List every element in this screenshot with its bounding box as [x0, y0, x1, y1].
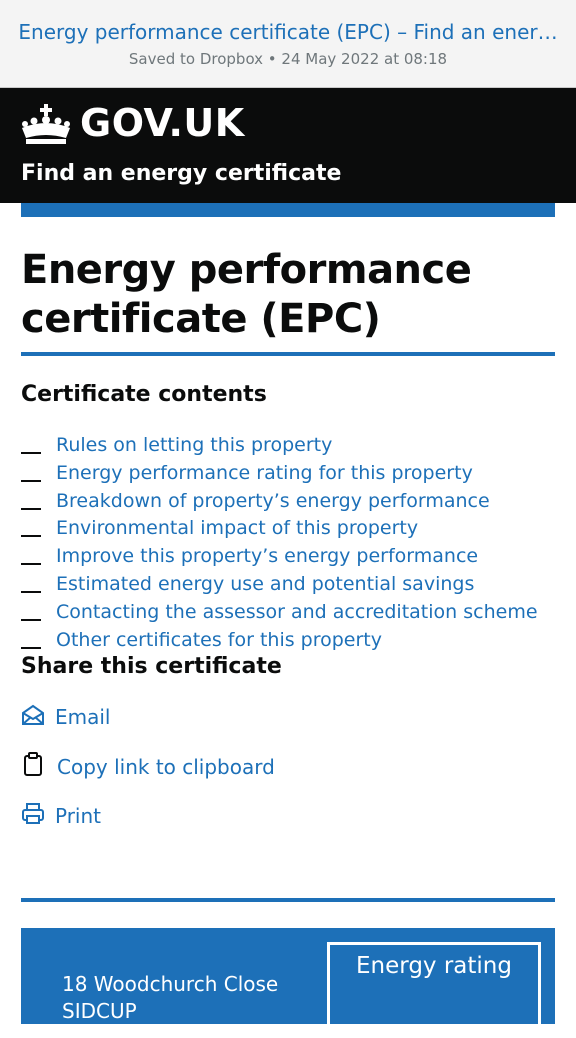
- copy-link-button[interactable]: Copy link to clipboard: [21, 752, 281, 780]
- contents-list: Rules on letting this property Energy pe…: [21, 432, 538, 654]
- address-line-1: 18 Woodchurch Close: [62, 972, 279, 996]
- page-title-text[interactable]: Energy performance certificate (EPC) – F…: [14, 20, 562, 44]
- contents-link[interactable]: Rules on letting this property: [56, 434, 332, 456]
- email-icon: [22, 704, 44, 725]
- section-divider: [21, 898, 555, 902]
- list-item: Breakdown of property’s energy performan…: [21, 488, 538, 516]
- contents-link[interactable]: Contacting the assessor and accreditatio…: [56, 601, 538, 623]
- contents-link[interactable]: Energy performance rating for this prope…: [56, 462, 473, 484]
- crown-icon: [22, 104, 70, 144]
- govuk-logo-text[interactable]: GOV.UK: [80, 101, 245, 145]
- list-item: Energy performance rating for this prope…: [21, 460, 538, 488]
- list-item: Estimated energy use and potential savin…: [21, 571, 538, 599]
- service-name[interactable]: Find an energy certificate: [21, 161, 341, 186]
- dash-marker: [21, 563, 41, 566]
- energy-rating-label: Energy rating: [356, 953, 512, 979]
- dash-marker: [21, 590, 41, 593]
- section-divider: [21, 352, 555, 356]
- saved-info: Saved to Dropbox • 24 May 2022 at 08:18: [128, 50, 448, 68]
- page-heading: Energy performance certificate (EPC): [21, 247, 472, 342]
- contents-heading: Certificate contents: [21, 382, 267, 407]
- contents-link[interactable]: Estimated energy use and potential savin…: [56, 573, 474, 595]
- certificate-summary-panel: 18 Woodchurch Close SIDCUP Energy rating: [21, 928, 555, 1038]
- address-line-2: SIDCUP: [62, 999, 137, 1023]
- copy-link-label: Copy link to clipboard: [57, 755, 275, 779]
- dash-marker: [21, 646, 41, 649]
- list-item: Contacting the assessor and accreditatio…: [21, 599, 538, 627]
- list-item: Environmental impact of this property: [21, 515, 538, 543]
- browser-title-bar: Energy performance certificate (EPC) – F…: [0, 0, 576, 88]
- dash-marker: [21, 507, 41, 510]
- dash-marker: [21, 535, 41, 538]
- list-item: Improve this property’s energy performan…: [21, 543, 538, 571]
- contents-link[interactable]: Other certificates for this property: [56, 629, 382, 651]
- clipboard-icon: [24, 752, 42, 776]
- email-label: Email: [55, 705, 111, 729]
- list-item: Other certificates for this property: [21, 627, 538, 655]
- share-heading: Share this certificate: [21, 654, 282, 679]
- contents-link[interactable]: Environmental impact of this property: [56, 517, 418, 539]
- print-button[interactable]: Print: [21, 803, 141, 831]
- list-item: Rules on letting this property: [21, 432, 538, 460]
- email-share-button[interactable]: Email: [21, 704, 141, 732]
- print-label: Print: [55, 804, 102, 828]
- dash-marker: [21, 479, 41, 482]
- header-blue-band: [21, 203, 555, 217]
- contents-link[interactable]: Improve this property’s energy performan…: [56, 545, 478, 567]
- dash-marker: [21, 452, 41, 454]
- printer-icon: [22, 803, 44, 824]
- contents-link[interactable]: Breakdown of property’s energy performan…: [56, 490, 490, 512]
- dash-marker: [21, 618, 41, 621]
